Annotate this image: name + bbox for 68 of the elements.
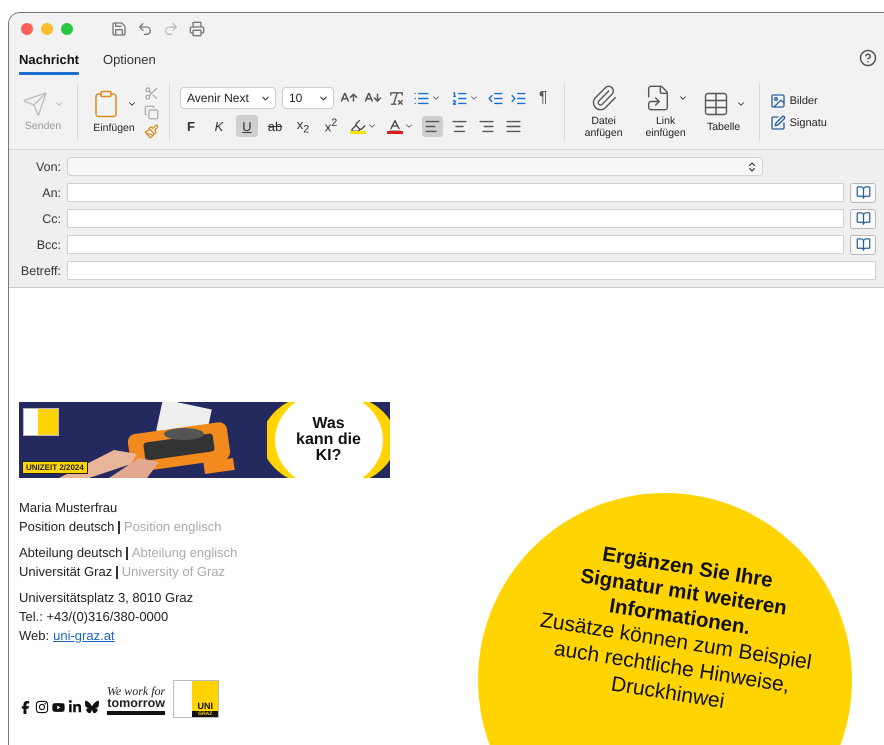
help-icon[interactable] [859, 49, 877, 67]
address-field[interactable] [67, 235, 844, 254]
book-icon [856, 185, 870, 200]
address-book-button[interactable] [850, 182, 876, 202]
signature-text: Web: [19, 628, 50, 644]
slogan-text: tomorrow [107, 696, 165, 709]
subject-field[interactable] [67, 261, 876, 280]
instagram-icon[interactable] [35, 700, 49, 714]
signature-translation: Position englisch [124, 519, 222, 535]
clear-formatting-icon[interactable] [388, 90, 405, 106]
font-dropdown[interactable]: Avenir Next [180, 87, 276, 109]
slogan-text: We work for [107, 684, 166, 696]
book-icon [856, 211, 870, 226]
website-link[interactable]: uni-graz.at [53, 628, 115, 644]
pen-icon [770, 115, 786, 131]
facebook-icon[interactable] [19, 700, 32, 714]
table-button[interactable]: Tabelle [698, 90, 749, 134]
link-button[interactable]: Link einfügen [636, 84, 695, 140]
field-label: Bcc: [36, 238, 61, 252]
address-field[interactable] [67, 209, 844, 228]
address-book-button[interactable] [850, 234, 876, 254]
ribbon-tab[interactable]: Optionen [102, 52, 156, 75]
format-button[interactable]: U [236, 115, 258, 137]
signature-text: Tel.: +43/(0)316/380-0000 [19, 609, 168, 625]
signature-translation: University of Graz [122, 564, 226, 580]
youtube-icon[interactable] [52, 700, 65, 714]
image-icon [770, 93, 786, 109]
field-label: Betreff: [20, 264, 61, 278]
signature-translation: Abteilung englisch [132, 545, 238, 561]
highlighter-icon [350, 118, 366, 134]
undo-icon[interactable] [137, 21, 153, 37]
format-painter-icon[interactable] [144, 124, 159, 138]
up-down-icon [746, 160, 758, 172]
format-button[interactable]: x$_{2}$ [292, 115, 314, 137]
attach-button[interactable]: Datei anfügen [574, 84, 633, 140]
address-field[interactable] [67, 183, 844, 202]
address-book-button[interactable] [850, 208, 876, 228]
signature-button[interactable]: Signatu [770, 115, 827, 131]
field-label: An: [41, 186, 61, 200]
linkedin-icon[interactable] [68, 700, 82, 714]
format-button[interactable]: x$^{2}$ [320, 115, 342, 137]
signature-text: Universitätsplatz 3, 8010 Graz [19, 590, 194, 606]
format-button[interactable]: ab [264, 115, 286, 137]
align-button[interactable] [422, 116, 443, 136]
field-label: Cc: [41, 212, 61, 226]
format-button[interactable]: F [180, 115, 202, 137]
field-label: Von: [34, 160, 61, 174]
format-button[interactable]: K [208, 115, 230, 137]
issue-tag: UNIZEIT 2/2024 [22, 461, 88, 474]
printer-icon[interactable] [189, 21, 205, 37]
pilcrow-button[interactable]: ¶ [533, 88, 554, 108]
book-icon [856, 237, 870, 252]
paper-plane-icon [22, 91, 48, 118]
close-button[interactable] [21, 23, 33, 35]
images-button[interactable]: Bilder [770, 93, 827, 109]
signature-text: Maria Musterfrau [19, 500, 118, 516]
logo-icon [23, 408, 59, 436]
logo-text: UNI [197, 702, 213, 710]
text-color-icon [387, 118, 403, 134]
signature-text: Position deutsch [19, 519, 114, 535]
paste-button[interactable]: Einfügen [88, 89, 140, 135]
signature-text: Abteilung deutsch [19, 545, 122, 561]
signature-text: Universität Graz [19, 564, 112, 580]
banner-headline: Was kann die KI? [295, 416, 362, 464]
font-size-dropdown[interactable]: 10 [282, 87, 334, 109]
numbered-list-icon [451, 90, 468, 106]
save-icon[interactable] [111, 21, 127, 37]
butterfly-icon[interactable] [85, 700, 99, 714]
